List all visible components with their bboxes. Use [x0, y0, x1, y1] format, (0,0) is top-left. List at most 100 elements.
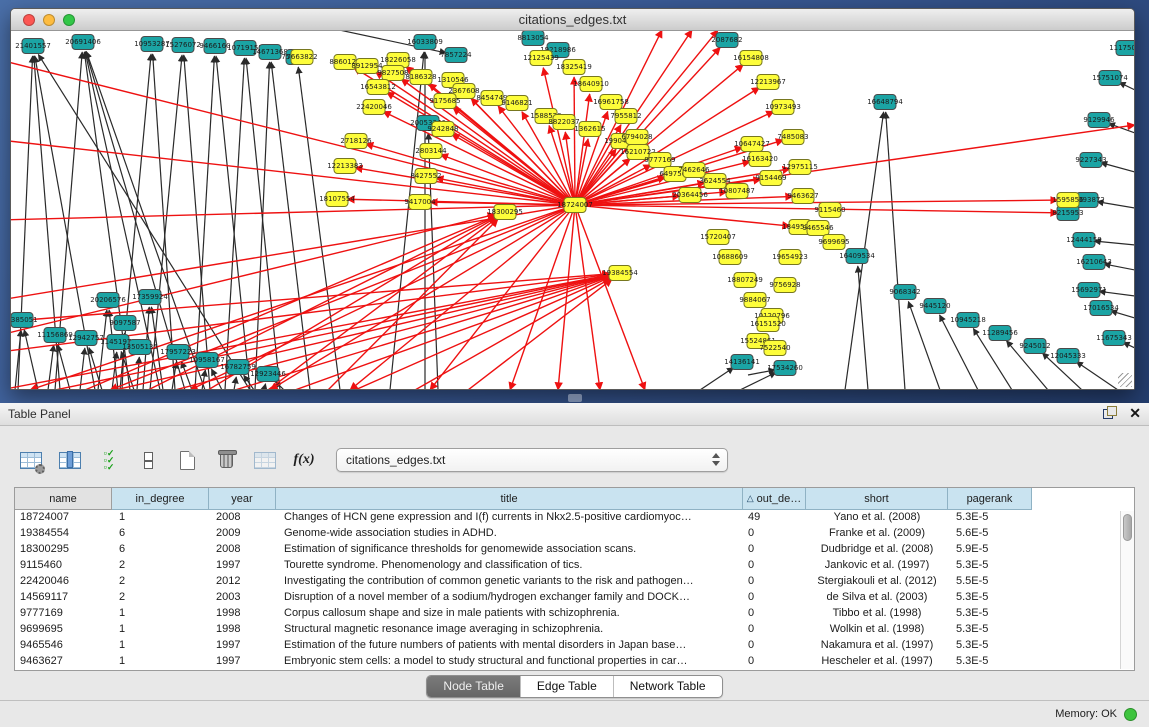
function-icon[interactable]: f(x) — [289, 446, 319, 474]
table-row[interactable]: 1830029562008Estimation of significance … — [15, 542, 1134, 558]
graph-node[interactable]: 16154808 — [740, 50, 763, 66]
graph-node[interactable]: 16151520 — [757, 316, 780, 332]
graph-node[interactable]: 16782759 — [227, 359, 250, 375]
graph-node[interactable]: 1362615 — [579, 121, 602, 137]
table-row[interactable]: 946554611997Estimation of the future num… — [15, 638, 1134, 654]
graph-node[interactable]: 22420046 — [363, 99, 386, 115]
graph-node[interactable]: 13505135 — [129, 339, 152, 355]
graph-node[interactable]: 14671368 — [259, 44, 282, 60]
graph-node[interactable]: 12923446 — [257, 366, 280, 382]
column-header-year[interactable]: year — [209, 488, 276, 510]
graph-node[interactable]: 6385051 — [11, 312, 34, 328]
network-view-window[interactable]: citations_edges.txt 21401557206914061095… — [10, 8, 1135, 390]
modify-table-icon[interactable] — [16, 446, 46, 474]
window-resize-grip[interactable] — [1118, 373, 1132, 387]
graph-node[interactable]: 2087682 — [716, 32, 739, 48]
graph-node[interactable]: 17534260 — [774, 360, 797, 376]
window-titlebar[interactable]: citations_edges.txt — [11, 9, 1134, 31]
graph-node[interactable]: 10973493 — [772, 99, 795, 115]
graph-node[interactable]: 7857224 — [445, 47, 468, 63]
graph-node[interactable]: 7485083 — [782, 129, 805, 145]
graph-node[interactable]: 8813054 — [522, 31, 545, 46]
graph-node[interactable]: 16543812 — [367, 79, 390, 95]
graph-node[interactable]: 12213967 — [757, 74, 780, 90]
graph-node[interactable]: 8822037 — [553, 114, 576, 130]
table-row[interactable]: 1872400712008Changes of HCN gene express… — [15, 510, 1134, 526]
graph-node[interactable]: 16210643 — [1083, 254, 1106, 270]
scrollbar-thumb[interactable] — [1123, 514, 1132, 541]
graph-node[interactable]: 20364456 — [679, 187, 702, 203]
table-row[interactable]: 946362711997Embryonic stem cells: a mode… — [15, 654, 1134, 670]
graph-node[interactable]: 2803144 — [420, 143, 443, 159]
graph-node[interactable]: 9227343 — [1080, 152, 1103, 168]
graph-node[interactable]: 6794028 — [626, 129, 649, 145]
column-header-pagerank[interactable]: pagerank — [948, 488, 1032, 510]
graph-node[interactable]: 15720407 — [707, 229, 730, 245]
graph-node[interactable]: 9154469 — [760, 170, 783, 186]
graph-node[interactable]: 18107554 — [326, 191, 349, 207]
tab-node-table[interactable]: Node Table — [427, 676, 521, 697]
graph-node[interactable]: 2718126 — [345, 133, 368, 149]
graph-node[interactable]: 17359924 — [139, 289, 162, 305]
graph-node[interactable]: 18640910 — [580, 76, 603, 92]
graph-node[interactable]: 8186328 — [410, 69, 433, 85]
float-panel-icon[interactable] — [1103, 406, 1117, 420]
select-column-icon[interactable] — [55, 446, 85, 474]
graph-node[interactable]: 15692971 — [1078, 282, 1101, 298]
graph-node[interactable]: 18724007 — [564, 197, 587, 213]
graph-node[interactable]: 19384554 — [609, 265, 632, 281]
graph-node[interactable]: 10688609 — [719, 249, 742, 265]
column-header-name[interactable]: name — [15, 488, 112, 510]
graph-node[interactable]: 12444159 — [1073, 232, 1096, 248]
graph-node[interactable]: 9245012 — [1024, 338, 1047, 354]
table-row[interactable]: 911546021997Tourette syndrome. Phenomeno… — [15, 558, 1134, 574]
table-row[interactable]: 1938455462009Genome-wide association stu… — [15, 526, 1134, 542]
column-header-out_de[interactable]: △out_de… — [743, 488, 806, 510]
network-canvas[interactable]: 2140155720691406109532871527607294661601… — [11, 31, 1134, 389]
table-row[interactable]: 1456911722003Disruption of a novel membe… — [15, 590, 1134, 606]
graph-node[interactable]: 18325419 — [563, 59, 586, 75]
graph-node[interactable]: 8427552 — [415, 168, 438, 184]
graph-node[interactable]: 9242848 — [432, 121, 455, 137]
graph-node[interactable]: 18300295 — [494, 204, 517, 220]
table-row[interactable]: 969969511998Structural magnetic resonanc… — [15, 622, 1134, 638]
table-row[interactable]: 977716911998Corpus callosum shape and si… — [15, 606, 1134, 622]
graph-node[interactable]: 12125439 — [530, 50, 553, 66]
graph-node[interactable]: 9466160 — [204, 38, 227, 54]
graph-node[interactable]: 11675343 — [1103, 330, 1126, 346]
graph-node[interactable]: 16033809 — [414, 34, 437, 50]
graph-node[interactable]: 17016534 — [1090, 300, 1113, 316]
graph-node[interactable]: 15751074 — [1099, 70, 1122, 86]
graph-node[interactable]: 12942757 — [75, 330, 98, 346]
tab-edge-table[interactable]: Edge Table — [521, 676, 614, 697]
graph-node[interactable]: 9097587 — [114, 315, 137, 331]
graph-node[interactable]: 7663822 — [291, 49, 314, 65]
graph-node[interactable]: 9146821 — [506, 95, 529, 111]
graph-node[interactable]: 9463627 — [792, 188, 815, 204]
graph-node[interactable]: 9115460 — [819, 202, 842, 218]
graph-node[interactable]: 9417004 — [409, 194, 432, 210]
column-header-title[interactable]: title — [276, 488, 743, 510]
graph-node[interactable]: 10945218 — [957, 312, 980, 328]
graph-node[interactable]: 1595856 — [1057, 192, 1080, 208]
graph-node[interactable]: 9756928 — [774, 277, 797, 293]
graph-node[interactable]: 16409534 — [846, 248, 869, 264]
graph-node[interactable]: 16648794 — [874, 94, 897, 110]
graph-node[interactable]: 9175685 — [434, 93, 457, 109]
graph-node[interactable]: 10953287 — [141, 36, 164, 52]
graph-node[interactable]: 9068342 — [894, 284, 917, 300]
delete-icon[interactable] — [211, 446, 241, 474]
close-panel-icon[interactable]: ✕ — [1129, 406, 1141, 420]
graph-node[interactable]: 7955812 — [615, 108, 638, 124]
graph-node[interactable]: 11175034 — [1116, 40, 1135, 56]
column-header-in_degree[interactable]: in_degree — [112, 488, 209, 510]
graph-node[interactable]: 19654923 — [779, 249, 802, 265]
graph-node[interactable]: 20206576 — [97, 292, 120, 308]
memory-status-indicator[interactable] — [1124, 708, 1137, 721]
graph-node[interactable]: 11156869 — [44, 327, 67, 343]
tab-network-table[interactable]: Network Table — [614, 676, 722, 697]
graph-node[interactable]: 9884067 — [744, 292, 767, 308]
graph-node[interactable]: 16163420 — [749, 151, 772, 167]
splitter-handle[interactable] — [568, 394, 582, 402]
graph-node[interactable]: 11289456 — [989, 325, 1012, 341]
